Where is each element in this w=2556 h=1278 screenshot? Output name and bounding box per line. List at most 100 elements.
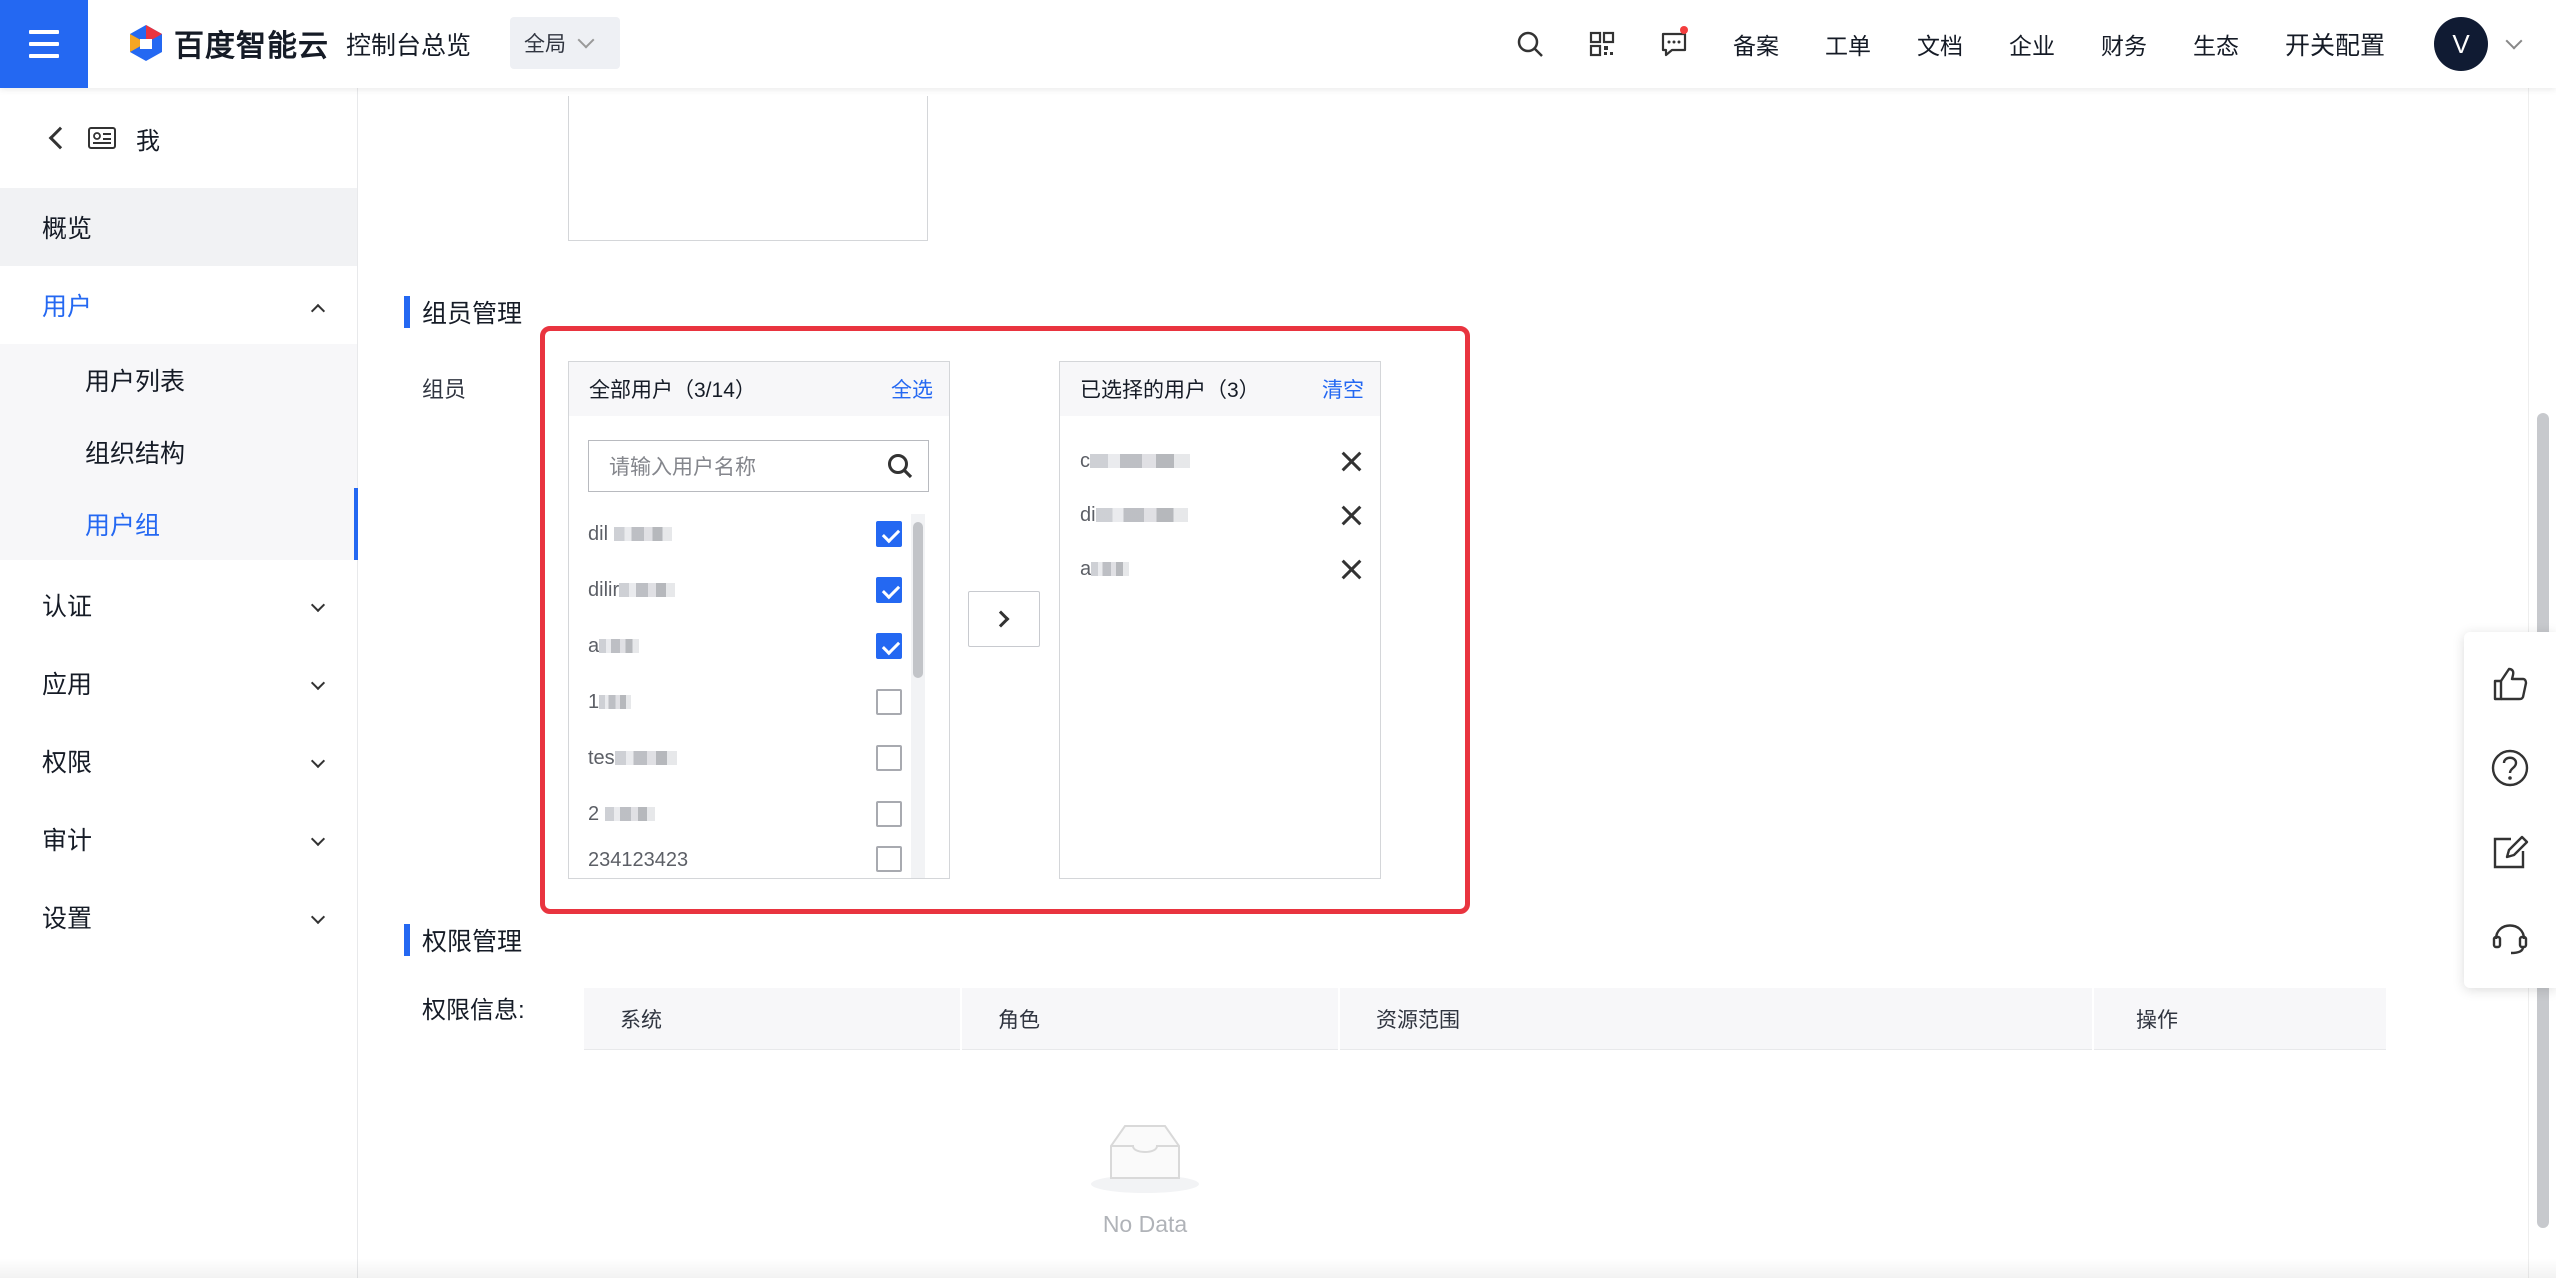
user-name: c <box>1080 449 1090 472</box>
user-name: dilir <box>588 578 620 601</box>
search-placeholder: 请输入用户名称 <box>609 456 756 479</box>
list-item[interactable]: dil <box>569 506 949 562</box>
nav-link-enterprise[interactable]: 企业 <box>2009 27 2055 61</box>
user-checkbox[interactable] <box>876 521 902 547</box>
nav-link-beian[interactable]: 备案 <box>1733 27 1779 61</box>
column-header-system: 系统 <box>620 1009 662 1032</box>
nav-link-ecosystem[interactable]: 生态 <box>2193 27 2239 61</box>
back-arrow-icon[interactable] <box>48 126 72 150</box>
region-select[interactable]: 全局 <box>510 17 620 69</box>
sidebar-item-org-structure[interactable]: 组织结构 <box>0 416 357 488</box>
user-checkbox[interactable] <box>876 846 902 872</box>
top-right-nav: 备案 工单 文档 企业 财务 生态 开关配置 V <box>1494 0 2556 88</box>
all-users-panel: 全部用户（3/14） 全选 请输入用户名称 dil dilir a 1 tes … <box>568 361 950 879</box>
empty-text: No Data <box>1102 1211 1188 1237</box>
nav-link-ticket[interactable]: 工单 <box>1825 27 1871 61</box>
baidu-cloud-logo-icon <box>128 23 164 63</box>
sidebar-item-user-list[interactable]: 用户列表 <box>0 344 357 416</box>
chevron-down-icon[interactable] <box>2505 32 2523 50</box>
column-header-actions: 操作 <box>2136 1009 2178 1032</box>
user-search-input[interactable]: 请输入用户名称 <box>588 440 929 492</box>
user-checkbox[interactable] <box>876 745 902 771</box>
transfer-right-button[interactable] <box>968 591 1040 647</box>
sidebar-item-label: 组织结构 <box>85 440 186 468</box>
image-preview-box <box>568 96 928 241</box>
top-bar: 百度智能云 控制台总览 全局 备案 工单 文档 企业 财务 生态 开关配置 V <box>0 0 2556 88</box>
user-list: dil dilir a 1 tes 2 234123423 <box>569 506 949 872</box>
nav-link-docs[interactable]: 文档 <box>1917 27 1963 61</box>
list-scrollbar-thumb[interactable] <box>913 522 923 678</box>
nav-link-finance[interactable]: 财务 <box>2101 27 2147 61</box>
thumbs-up-icon[interactable] <box>2489 663 2531 705</box>
help-icon[interactable] <box>2489 747 2531 789</box>
user-checkbox[interactable] <box>876 801 902 827</box>
sidebar-item-label: 用户列表 <box>85 368 186 396</box>
sidebar-item-overview[interactable]: 概览 <box>0 188 357 266</box>
sidebar-item-settings[interactable]: 设置 <box>0 878 357 956</box>
bottom-shadow <box>0 1258 2556 1278</box>
qrcode-icon[interactable] <box>1566 0 1638 88</box>
close-icon[interactable] <box>1340 558 1362 580</box>
permission-table-header: 系统 角色 资源范围 操作 <box>584 988 2386 1050</box>
close-icon[interactable] <box>1340 450 1362 472</box>
sidebar-item-label: 设置 <box>42 905 93 933</box>
list-item[interactable]: 1 <box>569 674 949 730</box>
user-name: a <box>1080 557 1092 580</box>
sidebar-item-label: 认证 <box>42 593 93 621</box>
sidebar-item-permissions[interactable]: 权限 <box>0 722 357 800</box>
chevron-down-icon <box>577 31 595 49</box>
clear-button[interactable]: 清空 <box>1322 374 1364 404</box>
search-icon[interactable] <box>1494 0 1566 88</box>
chevron-down-icon <box>310 753 326 769</box>
sidebar-back-label: 我 <box>136 127 160 155</box>
user-checkbox[interactable] <box>876 633 902 659</box>
all-users-title: 全部用户（3/14） <box>589 379 756 402</box>
user-checkbox[interactable] <box>876 577 902 603</box>
list-item: a <box>1060 542 1380 596</box>
list-item[interactable]: tes <box>569 730 949 786</box>
close-icon[interactable] <box>1340 504 1362 526</box>
edit-icon[interactable] <box>2489 831 2531 873</box>
hamburger-menu-icon[interactable] <box>0 0 88 88</box>
user-name: 1 <box>588 690 600 713</box>
list-item: di <box>1060 488 1380 542</box>
sidebar: 我 概览 用户 用户列表 组织结构 用户组 认证 应用 权限 审计 设置 <box>0 88 358 1278</box>
sidebar-item-apps[interactable]: 应用 <box>0 644 357 722</box>
empty-inbox-icon <box>1091 1125 1199 1193</box>
user-checkbox[interactable] <box>876 689 902 715</box>
console-title[interactable]: 控制台总览 <box>346 26 471 62</box>
sidebar-item-label: 概览 <box>42 215 93 243</box>
list-item[interactable]: a <box>569 618 949 674</box>
brand-name: 百度智能云 <box>174 30 329 63</box>
sidebar-item-user-group[interactable]: 用户组 <box>0 488 358 560</box>
chevron-right-icon <box>992 610 1010 628</box>
list-item[interactable]: dilir <box>569 562 949 618</box>
permission-field-label: 权限信息: <box>422 997 525 1024</box>
selected-users-title: 已选择的用户（3） <box>1080 379 1260 402</box>
headset-icon[interactable] <box>2489 915 2531 957</box>
region-value: 全局 <box>524 33 566 56</box>
logo[interactable]: 百度智能云 <box>128 20 329 66</box>
column-header-role: 角色 <box>998 1009 1040 1032</box>
switch-config-link[interactable]: 开关配置 <box>2285 26 2385 62</box>
user-name: tes <box>588 746 615 769</box>
list-item[interactable]: 234123423 <box>569 842 949 872</box>
message-icon[interactable] <box>1638 0 1710 88</box>
sidebar-header[interactable]: 我 <box>0 88 357 188</box>
sidebar-item-audit[interactable]: 审计 <box>0 800 357 878</box>
select-all-button[interactable]: 全选 <box>891 374 933 404</box>
user-name: dil <box>588 522 609 545</box>
sidebar-item-users[interactable]: 用户 <box>0 266 357 344</box>
chevron-down-icon <box>310 909 326 925</box>
search-icon[interactable] <box>886 452 914 480</box>
floating-toolbar <box>2464 632 2556 988</box>
sidebar-item-label: 权限 <box>42 749 93 777</box>
user-name: 2 <box>588 802 600 825</box>
sidebar-item-label: 用户组 <box>85 512 161 540</box>
sidebar-item-label: 用户 <box>42 293 93 321</box>
avatar[interactable]: V <box>2434 17 2488 71</box>
list-item[interactable]: 2 <box>569 786 949 842</box>
permission-section-title: 权限管理 <box>404 922 522 958</box>
list-item: c <box>1060 434 1380 488</box>
sidebar-item-auth[interactable]: 认证 <box>0 566 357 644</box>
